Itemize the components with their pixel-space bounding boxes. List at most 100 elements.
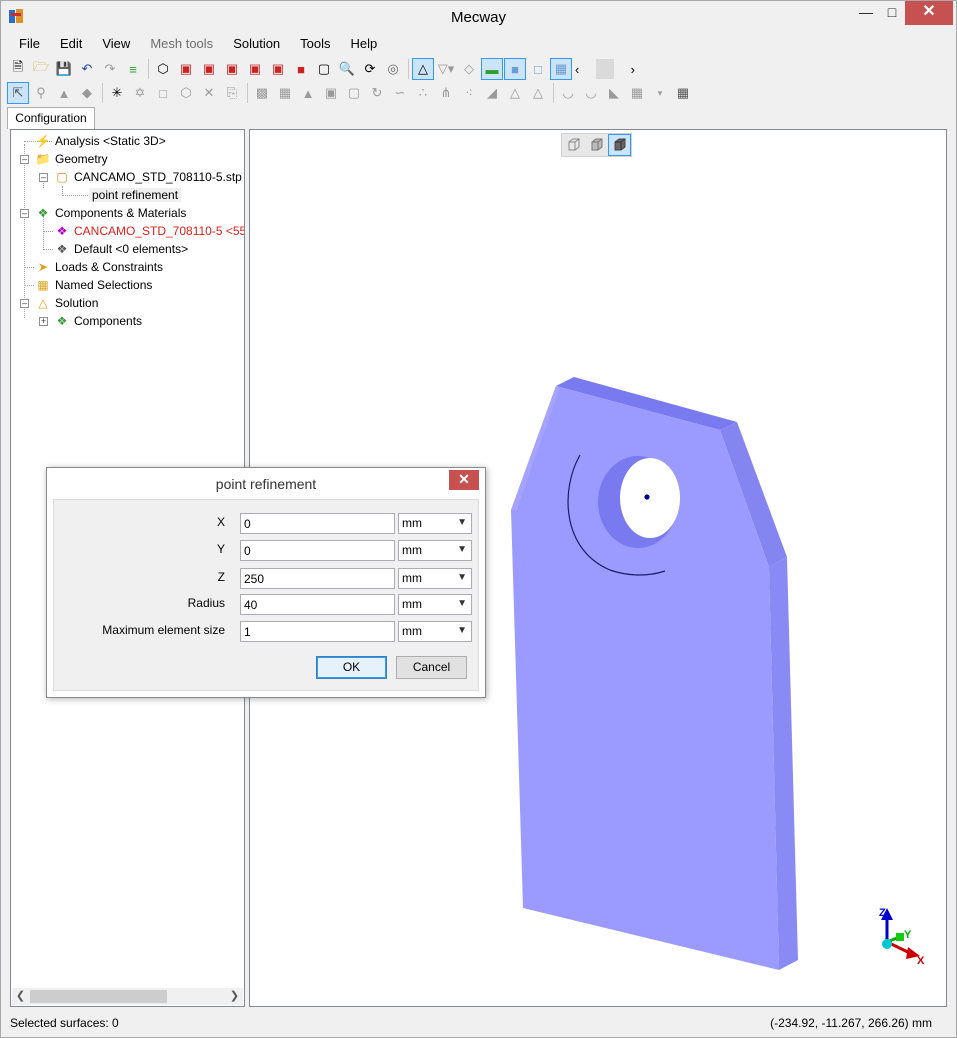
zoom-fit-icon[interactable]: ▢	[313, 58, 335, 80]
collapse-components-icon[interactable]: –	[20, 209, 29, 218]
tree-item-components-materials[interactable]: ❖ Components & Materials	[35, 204, 187, 222]
new-file-icon[interactable]: 🗎	[7, 58, 29, 80]
shell-icon[interactable]: ◣	[603, 82, 625, 104]
tree-horizontal-scrollbar[interactable]: ❮ ❯	[12, 988, 243, 1005]
view-right-icon[interactable]: ▣	[244, 58, 266, 80]
toolbar-scroller[interactable]: ‹ ›	[575, 59, 635, 79]
dialog-close-button[interactable]: ✕	[449, 470, 479, 490]
menu-edit[interactable]: Edit	[50, 35, 92, 53]
radius-input[interactable]	[240, 594, 395, 615]
radius-unit-select[interactable]: mm ▼	[398, 594, 472, 615]
tree-item-loads-constraints[interactable]: ➤ Loads & Constraints	[35, 258, 163, 276]
tree-item-geometry-file[interactable]: ▢ CANCAMO_STD_708110-5.stp	[54, 168, 242, 186]
tree-item-solution[interactable]: △ Solution	[35, 294, 98, 312]
scroll-right-icon[interactable]: ›	[631, 62, 635, 77]
tri-mesh-icon[interactable]: △	[504, 82, 526, 104]
collapse-geometry-icon[interactable]: –	[20, 155, 29, 164]
split-icon[interactable]: ⎘	[221, 82, 243, 104]
shaded-view-icon[interactable]: ▬	[481, 58, 503, 80]
tab-configuration[interactable]: Configuration	[7, 107, 95, 129]
view-iso-icon[interactable]: ⬡	[152, 58, 174, 80]
tree-item-component-cancamo[interactable]: ❖ CANCAMO_STD_708110-5 <552	[54, 222, 244, 240]
menu-tools[interactable]: Tools	[290, 35, 340, 53]
branch-icon[interactable]: ⋔	[435, 82, 457, 104]
show-mesh-dropdown-icon[interactable]: ▽▾	[435, 58, 457, 80]
refine-icon[interactable]: ▦	[274, 82, 296, 104]
extrude-icon[interactable]: ▢	[343, 82, 365, 104]
solve-icon[interactable]: ≡	[122, 58, 144, 80]
max-element-size-unit-select[interactable]: mm ▼	[398, 621, 472, 642]
cube-icon[interactable]: ⬡	[175, 82, 197, 104]
scroll-left-icon[interactable]: ❮	[12, 988, 29, 1005]
cancel-button[interactable]: Cancel	[396, 656, 467, 679]
view-top-icon[interactable]: ▣	[267, 58, 289, 80]
select-node-icon[interactable]: ⚲	[30, 82, 52, 104]
show-outline-icon[interactable]: ◇	[458, 58, 480, 80]
z-input[interactable]	[240, 568, 395, 589]
expand-solution-components-icon[interactable]: +	[39, 317, 48, 326]
bend-icon[interactable]: ◡	[580, 82, 602, 104]
y-input[interactable]	[240, 540, 395, 561]
film-icon[interactable]: ▦	[626, 82, 648, 104]
select-face-icon[interactable]: ◆	[76, 82, 98, 104]
undo-icon[interactable]: ↶	[76, 58, 98, 80]
z-unit-select[interactable]: mm ▼	[398, 568, 472, 589]
show-geometry-icon[interactable]: △	[412, 58, 434, 80]
zoom-region-icon[interactable]: ◎	[382, 58, 404, 80]
view-front-icon[interactable]: ▣	[175, 58, 197, 80]
smooth-icon[interactable]: ◡	[557, 82, 579, 104]
collapse-geometry-file-icon[interactable]: –	[39, 173, 48, 182]
redo-icon[interactable]: ↷	[99, 58, 121, 80]
sweep-icon[interactable]: ∽	[389, 82, 411, 104]
open-folder-icon[interactable]: 🗁	[30, 58, 52, 80]
solid-cube-icon[interactable]	[608, 134, 631, 156]
collapse-solution-icon[interactable]: –	[20, 299, 29, 308]
shaded-cube-icon[interactable]	[585, 134, 608, 156]
close-window-button[interactable]: ✕	[905, 1, 953, 25]
square-icon[interactable]: □	[152, 82, 174, 104]
revolve-icon[interactable]: ↻	[366, 82, 388, 104]
wireframe-cube-icon[interactable]	[562, 134, 585, 156]
menu-view[interactable]: View	[92, 35, 140, 53]
move-icon[interactable]: ✡	[129, 82, 151, 104]
point-icon[interactable]: ⁖	[458, 82, 480, 104]
copy-icon[interactable]: ▣	[320, 82, 342, 104]
explode-icon[interactable]: ✳	[106, 82, 128, 104]
tree-item-named-selections[interactable]: ▦ Named Selections	[35, 276, 152, 294]
rotate-icon[interactable]: ⟳	[359, 58, 381, 80]
select-element-icon[interactable]: ▲	[53, 82, 75, 104]
toolbar-scroll-thumb[interactable]	[596, 59, 614, 79]
nodes-icon[interactable]: ∴	[412, 82, 434, 104]
x-unit-select[interactable]: mm ▼	[398, 513, 472, 534]
dropdown-icon[interactable]: ▾	[649, 82, 671, 104]
ok-button[interactable]: OK	[316, 656, 387, 679]
menu-solution[interactable]: Solution	[223, 35, 290, 53]
scroll-thumb[interactable]	[30, 990, 167, 1003]
delete-icon[interactable]: ✕	[198, 82, 220, 104]
maximize-button[interactable]: □	[879, 1, 905, 25]
max-element-size-input[interactable]	[240, 621, 395, 642]
save-icon[interactable]: 💾	[53, 58, 75, 80]
minimize-button[interactable]: —	[853, 1, 879, 25]
table-icon[interactable]: ▦	[672, 82, 694, 104]
mirror-icon[interactable]: ▲	[297, 82, 319, 104]
y-unit-select[interactable]: mm ▼	[398, 540, 472, 561]
view-back-icon[interactable]: ▣	[198, 58, 220, 80]
tree-item-geometry[interactable]: 📁 Geometry	[35, 150, 108, 168]
view-bottom-icon[interactable]: ■	[290, 58, 312, 80]
view-left-icon[interactable]: ▣	[221, 58, 243, 80]
menu-file[interactable]: File	[9, 35, 50, 53]
menu-help[interactable]: Help	[341, 35, 388, 53]
x-input[interactable]	[240, 513, 395, 534]
tree-item-analysis[interactable]: ⚡ Analysis <Static 3D>	[35, 132, 166, 150]
merge-icon[interactable]: ▩	[251, 82, 273, 104]
transparent-view-icon[interactable]: ▦	[550, 58, 572, 80]
tree-item-solution-components[interactable]: ❖ Components	[54, 312, 142, 330]
scroll-left-icon[interactable]: ‹	[575, 62, 579, 77]
tree-item-component-default[interactable]: ❖ Default <0 elements>	[54, 240, 188, 258]
zoom-icon[interactable]: 🔍	[336, 58, 358, 80]
tree-item-point-refinement[interactable]: point refinement	[89, 186, 182, 204]
menu-mesh-tools[interactable]: Mesh tools	[140, 35, 223, 53]
tri-outline-icon[interactable]: △	[527, 82, 549, 104]
select-pointer-icon[interactable]: ⇱	[7, 82, 29, 104]
